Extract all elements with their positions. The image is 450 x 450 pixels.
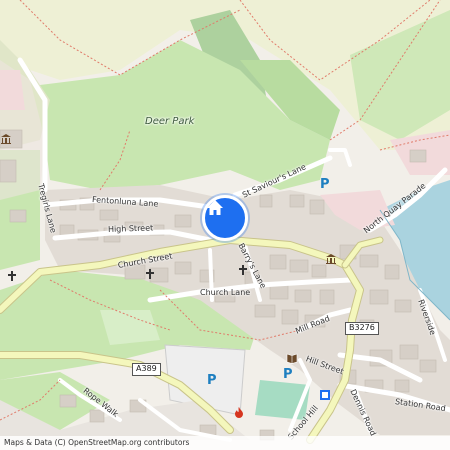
- map-canvas[interactable]: Deer Park Fentonluna Lane High Street Ch…: [0, 0, 450, 450]
- map-attribution[interactable]: Maps & Data (C) OpenStreetMap.org contri…: [0, 436, 450, 450]
- home-icon: [207, 200, 223, 215]
- road-label-high-street: High Street: [107, 223, 154, 234]
- parking-icon[interactable]: P: [283, 368, 293, 381]
- road-label-church-lane: Church Lane: [200, 288, 251, 297]
- road-shield-a389: A389: [132, 363, 161, 376]
- parking-icon[interactable]: P: [320, 178, 330, 191]
- parking-icon[interactable]: P: [207, 374, 217, 387]
- road-shield-b3276: B3276: [345, 322, 379, 335]
- location-marker[interactable]: [202, 195, 248, 241]
- park-label: Deer Park: [145, 116, 195, 127]
